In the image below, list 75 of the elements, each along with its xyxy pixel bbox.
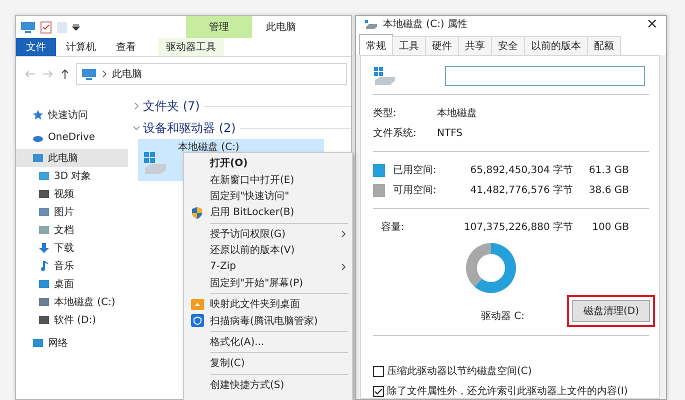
byte-count: 65,892,450,304 字节 xyxy=(469,164,573,177)
menu-item[interactable]: 格式化(A)... xyxy=(184,334,352,350)
computer-icon[interactable] xyxy=(20,21,36,33)
computer-icon xyxy=(81,68,97,80)
menu-item[interactable]: 扫描病毒(腾讯电脑管家) xyxy=(184,312,352,329)
window-title: 此电脑 xyxy=(266,20,296,34)
nav-item[interactable]: 软件 (D:) xyxy=(16,311,128,329)
tab[interactable]: 共享 xyxy=(458,36,492,55)
chevron-icon xyxy=(102,70,107,78)
checklist-icon[interactable] xyxy=(40,20,52,34)
checkbox[interactable] xyxy=(373,386,384,396)
usage-label: 可用空间: xyxy=(393,184,438,197)
tab[interactable]: 工具 xyxy=(392,36,426,55)
chevron-icon xyxy=(132,126,140,130)
nav-item[interactable]: 下载 xyxy=(16,239,128,257)
tab[interactable]: 常规 xyxy=(359,34,393,55)
tab[interactable]: 硬件 xyxy=(425,36,459,55)
nav-item[interactable]: 视频 xyxy=(16,185,128,203)
drive-label: 驱动器 C: xyxy=(481,310,525,323)
disk-cleanup-button[interactable]: 磁盘清理(D) xyxy=(572,300,650,322)
chevron-icon xyxy=(134,102,139,110)
nav-item[interactable]: 快速访问 xyxy=(16,103,128,126)
field-label: 文件系统: xyxy=(373,126,418,140)
down-arrow-icon xyxy=(38,242,50,254)
nav-item[interactable]: 3D 对象 xyxy=(16,167,128,185)
size-value: 61.3 GB xyxy=(588,164,629,176)
nav-item[interactable]: OneDrive xyxy=(16,126,128,149)
shield-icon xyxy=(191,206,203,219)
context-tab-group: 管理 xyxy=(186,16,252,38)
ribbon-tab[interactable]: 驱动器工具 xyxy=(158,38,224,56)
nav-item[interactable]: 桌面 xyxy=(16,275,128,293)
field-value: NTFS xyxy=(437,128,463,138)
up-icon[interactable] xyxy=(60,68,70,80)
dialog-title: 本地磁盘 (C:) 属性 xyxy=(383,18,468,31)
nav-item[interactable]: 图片 xyxy=(16,203,128,221)
dropdown-icon[interactable] xyxy=(72,23,80,31)
menu-item[interactable]: 创建快捷方式(S) xyxy=(184,376,352,394)
menu-item[interactable]: 启用 BitLocker(B) xyxy=(184,204,352,221)
menu-item[interactable]: 映射此文件夹到桌面 xyxy=(184,296,352,313)
menu-item[interactable]: 还原以前的版本(V) xyxy=(184,242,352,258)
nav-item[interactable]: 本地磁盘 (C:) xyxy=(16,293,128,311)
size-value: 100 GB xyxy=(591,222,629,232)
usage-label: 已用空间: xyxy=(393,164,438,177)
ribbon-tab[interactable]: 文件 xyxy=(16,38,56,56)
address-bar[interactable]: 此电脑 xyxy=(76,63,347,85)
size-value: 38.6 GB xyxy=(588,184,629,196)
close-button[interactable]: × xyxy=(646,16,658,32)
byte-count: 107,375,226,880 字节 xyxy=(462,220,573,234)
capacity-label: 容量: xyxy=(381,220,406,234)
group-header[interactable]: 文件夹 (7) xyxy=(134,95,351,117)
tab[interactable]: 安全 xyxy=(491,36,525,55)
tab[interactable]: 以前的版本 xyxy=(524,36,588,55)
tab[interactable]: 配额 xyxy=(587,36,621,55)
nav-item[interactable]: 网络 xyxy=(16,334,128,352)
menu-item[interactable]: 固定到"快速访问" xyxy=(184,188,352,204)
nav-item[interactable]: 音乐 xyxy=(16,257,128,275)
group-header[interactable]: 设备和驱动器 (2) xyxy=(134,117,351,139)
name-field[interactable] xyxy=(445,66,645,86)
nav-item[interactable]: 此电脑 xyxy=(16,149,128,167)
menu-item[interactable]: 固定到"开始"屏幕(P) xyxy=(184,274,352,292)
checkbox-option[interactable]: 压缩此驱动器以节约磁盘空间(C) xyxy=(373,364,649,378)
ribbon-tab[interactable]: 查看 xyxy=(106,38,146,56)
field-value: 本地磁盘 xyxy=(437,106,477,120)
field-label: 类型: xyxy=(373,106,398,120)
music-note-icon xyxy=(38,260,50,272)
menu-item[interactable]: 授予访问权限(G) xyxy=(184,226,352,242)
shield-icon xyxy=(190,314,204,328)
menu-item[interactable]: 复制(C) xyxy=(184,355,352,372)
ribbon-tab[interactable]: 计算机 xyxy=(56,38,106,56)
star-icon xyxy=(32,108,44,120)
checkbox-option[interactable]: 除了文件属性外，还允许索引此驱动器上文件的内容(I) xyxy=(373,384,649,398)
menu-item[interactable]: 7-Zip xyxy=(184,258,352,275)
nav-item[interactable]: 文档 xyxy=(16,221,128,239)
checkbox[interactable] xyxy=(373,366,384,376)
byte-count: 41,482,776,576 字节 xyxy=(469,184,573,197)
